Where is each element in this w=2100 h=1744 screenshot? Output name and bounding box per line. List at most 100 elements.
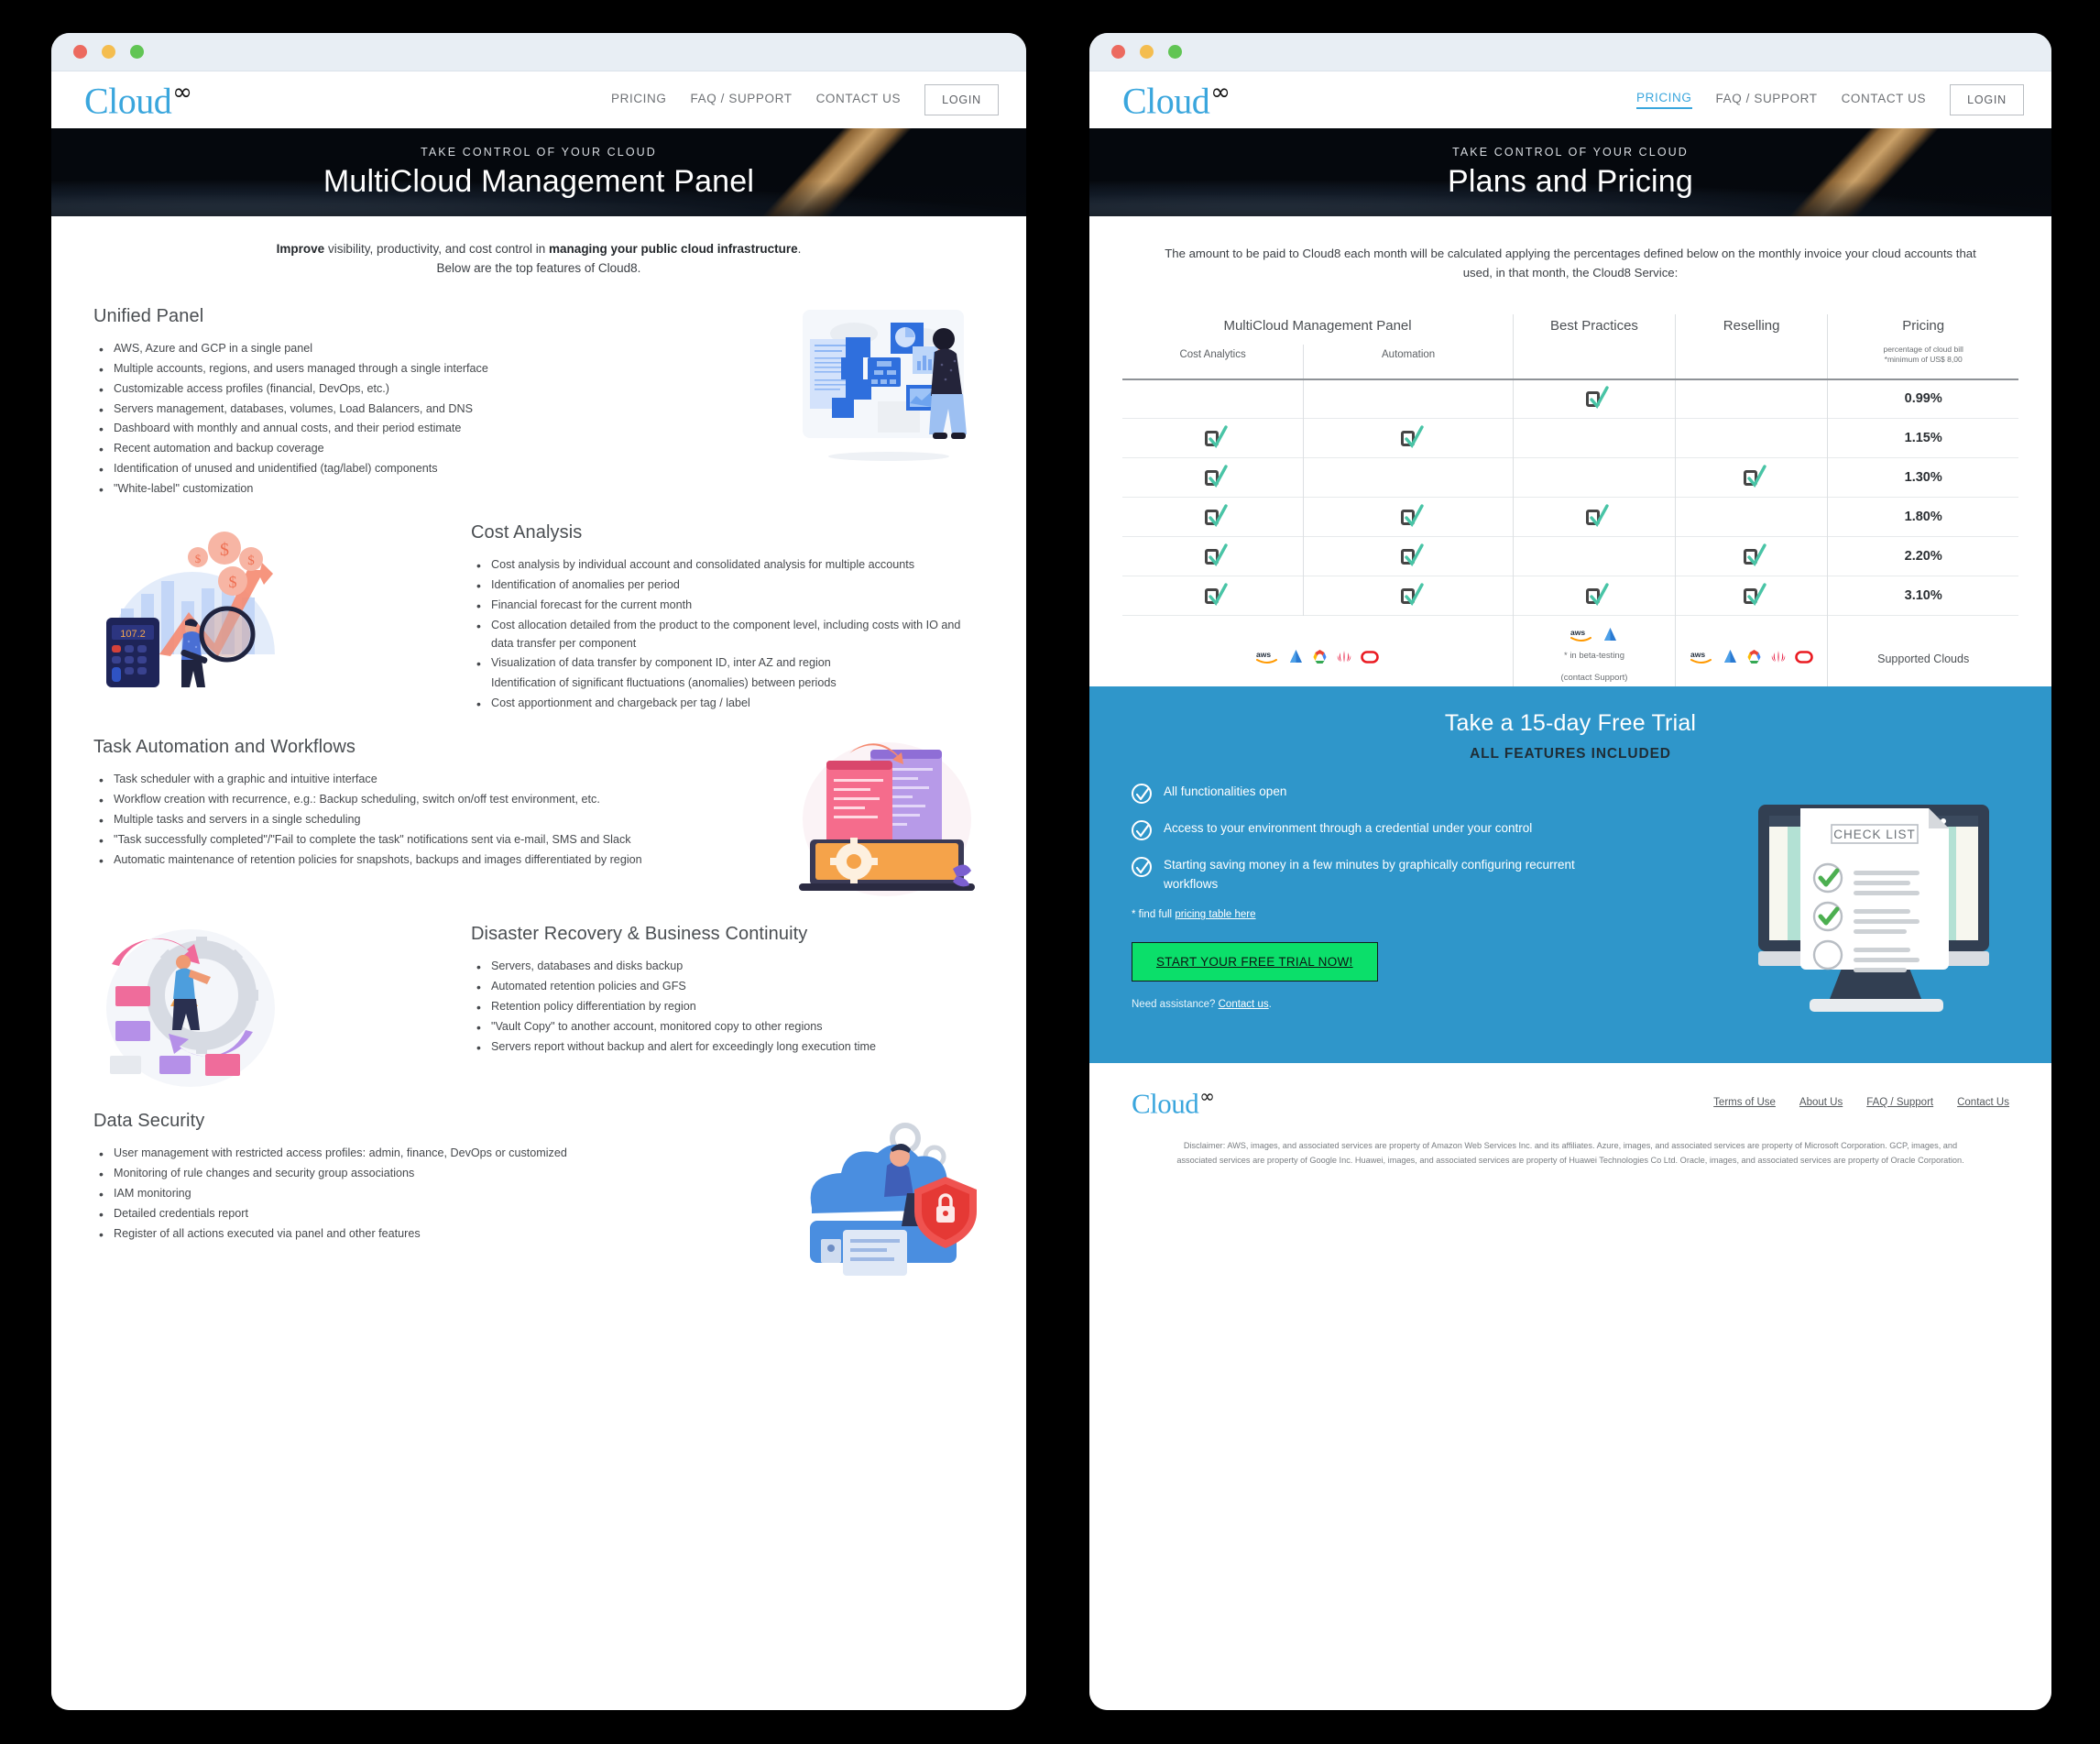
list-item: Servers, databases and disks backup bbox=[471, 957, 984, 977]
checkbox-checked-icon bbox=[1584, 582, 1610, 607]
list-item: Automatic maintenance of retention polic… bbox=[93, 850, 790, 871]
close-window-button[interactable] bbox=[73, 45, 87, 59]
unified-panel-illustration bbox=[790, 301, 984, 471]
pricing-table-link[interactable]: pricing table here bbox=[1175, 909, 1255, 920]
table-row: 1.30% bbox=[1122, 457, 2018, 498]
cell-automation bbox=[1303, 457, 1514, 498]
trial-bullet-text: Access to your environment through a cre… bbox=[1164, 821, 1533, 836]
cloud-logo-group: aws bbox=[1676, 649, 1827, 664]
cell-automation bbox=[1303, 536, 1514, 576]
footer-link-contact-us[interactable]: Contact Us bbox=[1957, 1097, 2009, 1108]
list-item: Multiple tasks and servers in a single s… bbox=[93, 810, 790, 830]
site-header-left: Cloud∞ PRICING FAQ / SUPPORT CONTACT US … bbox=[51, 71, 1026, 128]
list-item: Task scheduler with a graphic and intuit… bbox=[93, 770, 790, 790]
cell-best-practices bbox=[1513, 378, 1676, 419]
feature-text: Data Security User management with restr… bbox=[93, 1111, 790, 1245]
cell-reselling bbox=[1674, 536, 1828, 576]
nav-contact-us[interactable]: CONTACT US bbox=[1842, 92, 1927, 108]
intro-line-1: Improve visibility, productivity, and co… bbox=[152, 240, 925, 259]
feature-list: Servers, databases and disks backup Auto… bbox=[471, 957, 984, 1058]
feature-disaster-recovery: Disaster Recovery & Business Continuity … bbox=[51, 924, 1026, 1089]
cell-reselling bbox=[1674, 497, 1828, 537]
nav-faq-support[interactable]: FAQ / SUPPORT bbox=[1716, 92, 1818, 108]
start-free-trial-button[interactable]: START YOUR FREE TRIAL NOW! bbox=[1132, 942, 1378, 982]
feature-list: AWS, Azure and GCP in a single panel Mul… bbox=[93, 339, 790, 499]
cell-price: 1.80% bbox=[1827, 497, 2018, 537]
trial-bullet-item: Access to your environment through a cre… bbox=[1126, 819, 1740, 841]
list-item: Workflow creation with recurrence, e.g.:… bbox=[93, 790, 790, 810]
footer-link-faq-support[interactable]: FAQ / Support bbox=[1866, 1097, 1933, 1108]
check-circle-icon bbox=[1132, 820, 1152, 841]
intro-mid: visibility, productivity, and cost contr… bbox=[324, 242, 550, 256]
contact-us-link[interactable]: Contact us bbox=[1219, 999, 1269, 1010]
trial-bullet-item: All functionalities open bbox=[1126, 783, 1740, 805]
list-item: Monitoring of rule changes and security … bbox=[93, 1164, 790, 1184]
intro-text: Improve visibility, productivity, and co… bbox=[51, 216, 1026, 284]
feature-title: Task Automation and Workflows bbox=[93, 737, 355, 758]
beta-testing-note-2: (contact Support) bbox=[1560, 673, 1628, 684]
list-item: Recent automation and backup coverage bbox=[93, 439, 790, 459]
hero-banner-right: TAKE CONTROL OF YOUR CLOUD Plans and Pri… bbox=[1089, 128, 2051, 216]
list-item: Financial forecast for the current month bbox=[471, 596, 984, 616]
feature-text: Cost Analysis Cost analysis by individua… bbox=[293, 522, 984, 715]
aws-icon: aws bbox=[1570, 628, 1591, 642]
cell-reselling-clouds: aws bbox=[1674, 615, 1828, 687]
list-item: Identification of significant fluctuatio… bbox=[491, 676, 837, 690]
infinity-icon: ∞ bbox=[1199, 1085, 1215, 1108]
checkbox-checked-icon bbox=[1584, 503, 1610, 528]
trial-title: Take a 15-day Free Trial bbox=[1444, 710, 1697, 737]
th-best-practices: Best Practices bbox=[1513, 313, 1676, 345]
nav-contact-us[interactable]: CONTACT US bbox=[816, 92, 902, 108]
cloud-logo-group: aws bbox=[1122, 649, 1513, 664]
list-item: Multiple accounts, regions, and users ma… bbox=[93, 359, 790, 379]
aws-icon: aws bbox=[1256, 650, 1278, 664]
checklist-title: CHECK LIST bbox=[1833, 828, 1916, 841]
intro-bold-start: Improve bbox=[276, 242, 325, 256]
feature-title: Cost Analysis bbox=[471, 521, 583, 543]
maximize-window-button[interactable] bbox=[130, 45, 144, 59]
brand-name: Cloud bbox=[1132, 1087, 1199, 1120]
intro-tail: . bbox=[797, 242, 802, 256]
footer-link-about-us[interactable]: About Us bbox=[1799, 1097, 1843, 1108]
login-button[interactable]: LOGIN bbox=[1950, 84, 2024, 115]
th-cost-analytics: Cost Analytics bbox=[1122, 344, 1304, 380]
footer-link-terms-of-use[interactable]: Terms of Use bbox=[1713, 1097, 1776, 1108]
infinity-icon: ∞ bbox=[1210, 78, 1230, 106]
page-content-right: Cloud∞ PRICING FAQ / SUPPORT CONTACT US … bbox=[1089, 71, 2051, 1710]
brand-logo[interactable]: Cloud∞ bbox=[84, 81, 192, 119]
nav-pricing[interactable]: PRICING bbox=[1636, 91, 1692, 109]
trial-bullet-text: All functionalities open bbox=[1164, 784, 1287, 799]
oracle-icon bbox=[1361, 650, 1379, 664]
cloud-logo-group: aws bbox=[1514, 627, 1675, 642]
checkbox-checked-icon bbox=[1203, 464, 1228, 488]
footer-brand-logo[interactable]: Cloud∞ bbox=[1132, 1085, 1215, 1120]
pricing-note-line2: *minimum of US$ 8,00 bbox=[1884, 355, 1963, 365]
brand-name: Cloud bbox=[1122, 80, 1210, 122]
cell-best-practices bbox=[1513, 457, 1676, 498]
assistance-prefix: Need assistance? bbox=[1132, 999, 1219, 1011]
nav-pricing[interactable]: PRICING bbox=[611, 92, 666, 108]
checkbox-checked-icon bbox=[1742, 543, 1766, 567]
minimize-window-button[interactable] bbox=[102, 45, 115, 59]
table-row: 0.99% bbox=[1122, 378, 2018, 419]
cell-automation bbox=[1303, 497, 1514, 537]
maximize-window-button[interactable] bbox=[1168, 45, 1182, 59]
minimize-window-button[interactable] bbox=[1140, 45, 1154, 59]
brand-logo[interactable]: Cloud∞ bbox=[1122, 81, 1230, 119]
cell-best-practices bbox=[1513, 497, 1676, 537]
svg-text:aws: aws bbox=[1690, 650, 1705, 659]
assistance-suffix: . bbox=[1268, 999, 1272, 1011]
site-footer: Cloud∞ Terms of Use About Us FAQ / Suppo… bbox=[1089, 1063, 2051, 1168]
nav-faq-support[interactable]: FAQ / SUPPORT bbox=[691, 92, 793, 108]
find-pricing-prefix: * find full bbox=[1132, 909, 1176, 921]
cell-cost-analytics bbox=[1122, 379, 1304, 419]
close-window-button[interactable] bbox=[1111, 45, 1125, 59]
list-item: Register of all actions executed via pan… bbox=[93, 1224, 790, 1245]
list-item: Servers report without backup and alert … bbox=[471, 1037, 984, 1058]
table-row: 3.10% bbox=[1122, 576, 2018, 616]
hero-kicker: TAKE CONTROL OF YOUR CLOUD bbox=[1452, 145, 1689, 159]
table-row: 2.20% bbox=[1122, 536, 2018, 576]
login-button[interactable]: LOGIN bbox=[924, 84, 999, 115]
cell-price: 3.10% bbox=[1827, 576, 2018, 616]
list-item: Identification of unused and unidentifie… bbox=[93, 459, 790, 479]
